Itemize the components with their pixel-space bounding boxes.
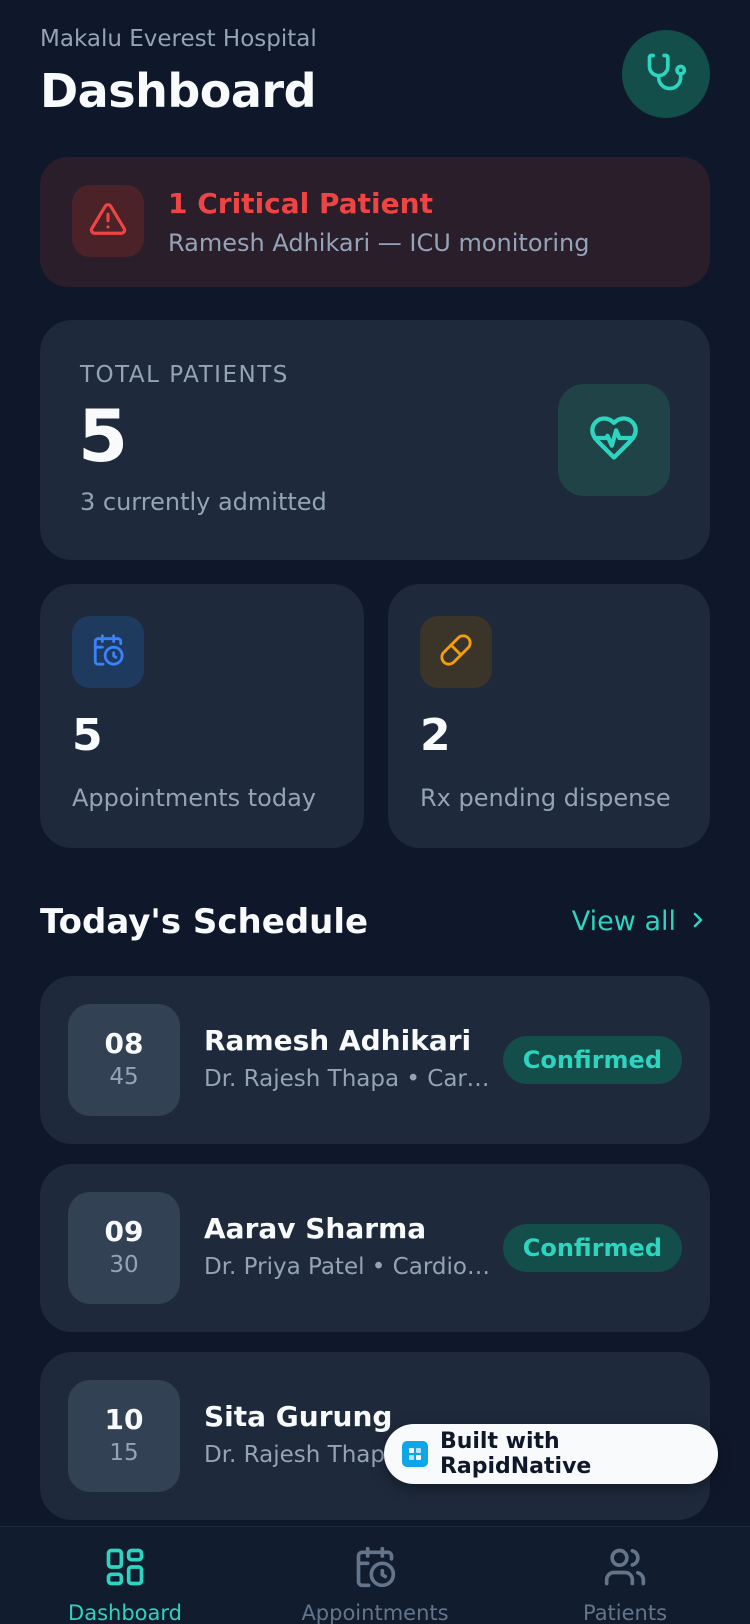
appointment-patient: Ramesh Adhikari [204,1024,472,1057]
rapidnative-logo-icon [402,1441,428,1467]
rx-pending-card[interactable]: 2 Rx pending dispense [388,584,710,848]
calendar-clock-icon [91,633,125,671]
appointments-icon-box [72,616,144,688]
calendar-clock-icon [353,1545,397,1593]
stethoscope-icon [644,50,688,98]
users-icon [603,1545,647,1593]
chevron-right-icon [686,908,710,936]
rx-icon-box [420,616,492,688]
appointment-minute: 30 [109,1252,139,1278]
tab-patients[interactable]: Patients [500,1545,750,1624]
appointment-time: 10 15 [68,1380,180,1492]
rapidnative-badge-label: Built with RapidNative [439,1429,592,1479]
tab-appointments[interactable]: Appointments [250,1545,500,1624]
appointment-details: Dr. Rajesh Thapa • Cardiology [204,1066,490,1092]
total-patients-icon-box [558,384,670,496]
total-patients-card[interactable]: TOTAL PATIENTS 5 3 currently admitted [40,320,710,560]
tab-label: Patients [582,1601,668,1624]
appointment-row[interactable]: 09 30 Aarav Sharma Dr. Priya Patel • Car… [40,1164,710,1332]
appointment-hour: 10 [104,1403,144,1436]
total-patients-label: TOTAL PATIENTS [80,362,289,388]
rx-pending-label: Rx pending dispense [420,784,671,812]
bottom-tab-bar: Dashboard Appointments Patients [0,1526,750,1624]
appointment-minute: 45 [109,1064,139,1090]
appointment-row[interactable]: 08 45 Ramesh Adhikari Dr. Rajesh Thapa •… [40,976,710,1144]
view-all-link[interactable]: View all [572,906,710,937]
view-all-label: View all [571,906,676,937]
critical-patient-alert[interactable]: 1 Critical Patient Ramesh Adhikari — ICU… [40,157,710,287]
grid-icon [103,1545,147,1593]
appointment-patient: Sita Gurung [204,1400,393,1433]
alert-title: 1 Critical Patient [168,187,433,220]
total-patients-value: 5 [78,394,129,478]
appointments-today-label: Appointments today [72,784,316,812]
appointment-hour: 08 [104,1027,144,1060]
tab-label: Dashboard [68,1601,182,1624]
heart-pulse-icon [588,412,640,468]
built-with-rapidnative-badge[interactable]: Built with RapidNative [384,1424,718,1484]
pill-icon [439,633,473,671]
appointment-hour: 09 [104,1215,144,1248]
status-badge: Confirmed [502,1224,682,1272]
hospital-name: Makalu Everest Hospital [40,26,317,52]
appointments-today-value: 5 [72,710,103,761]
page-title: Dashboard [40,64,317,118]
appointment-patient: Aarav Sharma [204,1212,427,1245]
tab-dashboard[interactable]: Dashboard [0,1545,250,1624]
appointment-details: Dr. Priya Patel • Cardiology [204,1254,490,1280]
warning-triangle-icon [89,200,127,242]
profile-button[interactable] [622,30,710,118]
appointments-today-card[interactable]: 5 Appointments today [40,584,364,848]
appointment-minute: 15 [109,1440,139,1466]
rx-pending-value: 2 [420,710,451,761]
appointment-time: 08 45 [68,1004,180,1116]
total-patients-subtitle: 3 currently admitted [80,488,327,516]
status-badge: Confirmed [502,1036,682,1084]
alert-icon-box [72,185,144,257]
appointment-time: 09 30 [68,1192,180,1304]
header: Makalu Everest Hospital Dashboard [40,24,710,124]
tab-label: Appointments [301,1601,449,1624]
alert-subtitle: Ramesh Adhikari — ICU monitoring [168,229,590,257]
schedule-title: Today's Schedule [40,902,369,942]
